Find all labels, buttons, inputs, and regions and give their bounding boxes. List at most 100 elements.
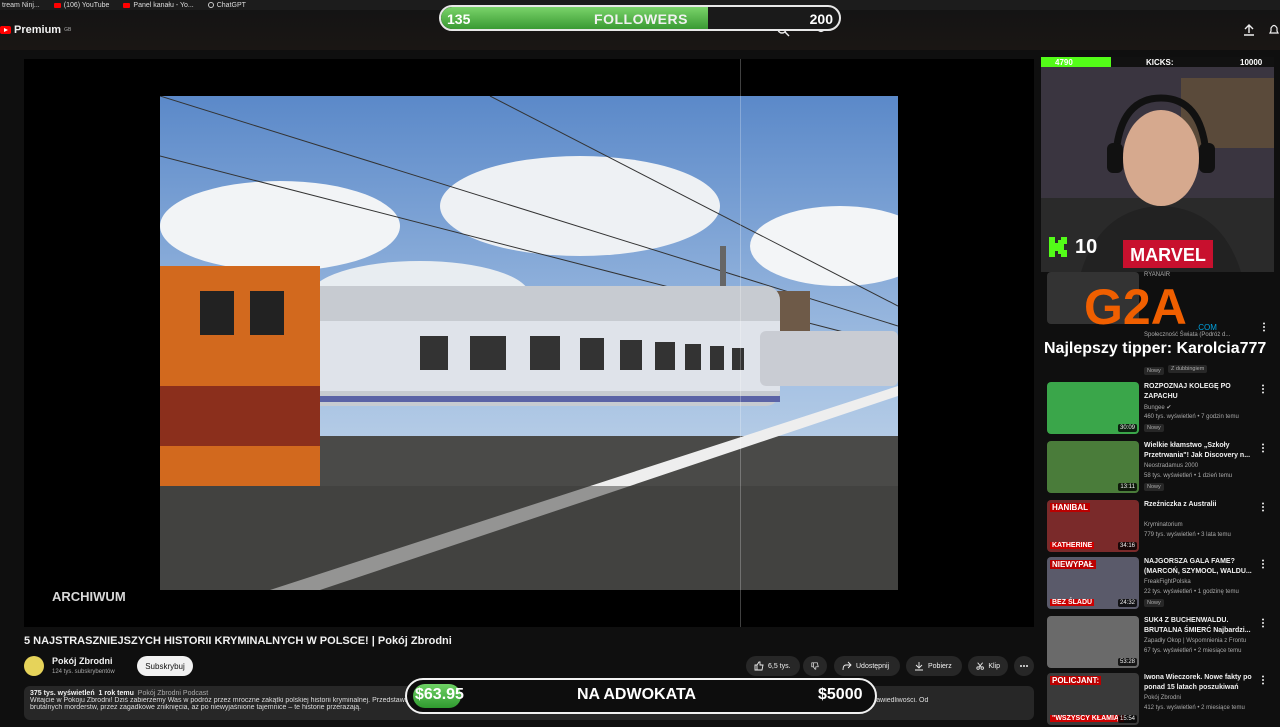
more-vertical-icon[interactable] <box>1262 322 1266 332</box>
video-duration: 53:28 <box>1117 658 1137 666</box>
recommendation-views: 412 tys. wyświetleń • 2 miesiące temu <box>1144 705 1245 711</box>
recommendation-channel[interactable]: Zapadły Okop | Wspomnienia z Frontu <box>1144 638 1246 644</box>
brand-label: Premium <box>14 24 62 36</box>
video-thumbnail[interactable]: 30:09 <box>1047 382 1139 434</box>
more-vertical-icon[interactable] <box>1261 502 1265 512</box>
bookmark-label: (106) YouTube <box>63 1 110 9</box>
dislike-button[interactable] <box>803 656 827 676</box>
new-badge: Nowy <box>1144 483 1164 491</box>
archive-overlay-label: ARCHIWUM <box>52 589 126 604</box>
subscriber-count: 124 tys. subskrybentów <box>52 669 115 675</box>
recommendation-channel[interactable]: Neostradamus 2000 <box>1144 463 1198 469</box>
share-icon <box>842 661 852 671</box>
donation-current: $63.95 <box>415 686 464 703</box>
recommendation-item[interactable]: 30:09 ROZPOZNAJ KOLEGĘ PO ZAPACHU Bungee… <box>1047 382 1280 436</box>
youtube-logo-icon <box>0 26 11 34</box>
kick-counter: 10 <box>1075 236 1098 258</box>
bookmark-item[interactable]: Panel kanału - Yo... <box>123 1 194 9</box>
thumbnail-text-secondary: "WSZYSCY KŁAMIĄ" <box>1050 715 1125 722</box>
kicks-current: 4790 <box>1055 58 1073 67</box>
bookmark-label: Panel kanału - Yo... <box>133 1 194 9</box>
more-vertical-icon[interactable] <box>1261 559 1265 569</box>
recommendation-channel[interactable]: FreakFightPolska <box>1144 579 1191 585</box>
recommendation-item[interactable]: 13:11 Wielkie kłamstwo „Szkoły Przetrwan… <box>1047 441 1280 495</box>
video-duration: 30:09 <box>1117 424 1137 432</box>
kicks-goal: 10000 <box>1240 58 1263 67</box>
bookmark-item[interactable]: ChatGPT <box>207 1 246 9</box>
description-tag[interactable]: Pokój Zbrodni Podcast <box>138 690 208 697</box>
followers-goal-bar: 135 FOLLOWERS 200 <box>439 5 841 31</box>
bookmark-item[interactable]: tream Ninj... <box>2 2 40 9</box>
recommendation-item[interactable]: POLICJANT: "WSZYSCY KŁAMIĄ" 15:54 Iwona W… <box>1047 673 1280 727</box>
subscribe-button[interactable]: Subskrybuj <box>137 656 193 676</box>
new-badge: Nowy <box>1144 424 1164 432</box>
video-divider <box>740 59 741 627</box>
recommendation-views: 779 tys. wyświetleń • 3 lata temu <box>1144 532 1231 538</box>
g2a-logo-suffix: .COM <box>1196 323 1217 332</box>
region-label: GB <box>64 27 72 33</box>
dubbing-badge: Z dubbingiem <box>1168 365 1208 373</box>
upload-icon[interactable] <box>1242 23 1256 37</box>
kick-logo-icon <box>1049 237 1067 257</box>
channel-name[interactable]: Pokój Zbrodni <box>52 656 113 666</box>
youtube-logo[interactable]: Premium GB <box>0 24 71 36</box>
recommendation-item[interactable]: HANIBAL KATHERINE 34:16 Rzeźniczka z Aust… <box>1047 500 1280 554</box>
bookmark-label: tream Ninj... <box>2 1 40 9</box>
youtube-icon <box>53 2 61 8</box>
top-tipper-label: Najlepszy tipper: Karolcia777 <box>1044 340 1267 357</box>
recommendation-views: 58 tys. wyświetleń • 1 dzień temu <box>1144 473 1233 479</box>
video-thumbnail[interactable]: POLICJANT: "WSZYSCY KŁAMIĄ" 15:54 <box>1047 673 1139 725</box>
recommendation-channel[interactable]: Pokój Zbrodni <box>1144 695 1181 701</box>
thumbnail-text: HANIBAL <box>1050 503 1090 512</box>
recommendation-views: 460 tys. wyświetleń • 7 godzin temu <box>1144 414 1239 420</box>
more-actions-button[interactable] <box>1014 656 1034 676</box>
share-label: Udostępnij <box>856 662 890 670</box>
recommendation-channel[interactable]: Bungee ✔ <box>1144 404 1171 411</box>
new-badge: Nowy <box>1144 599 1164 607</box>
followers-goal: 200 <box>809 11 833 27</box>
thumbs-down-icon <box>811 662 819 670</box>
recommendation-item[interactable]: NIEWYPAŁ BEZ ŚLADU 24:32 NAJGORSZA GALA F… <box>1047 557 1280 611</box>
more-vertical-icon[interactable] <box>1261 618 1265 628</box>
bell-icon[interactable] <box>1268 23 1280 37</box>
video-duration: 13:11 <box>1118 483 1137 491</box>
bookmark-item[interactable]: (106) YouTube <box>53 1 110 9</box>
recommendation-title[interactable]: ROZPOZNAJ KOLEGĘ PO ZAPACHU <box>1144 382 1259 402</box>
more-vertical-icon[interactable] <box>1261 443 1265 453</box>
recommendation-title[interactable]: Iwona Wieczorek. Nowe fakty po ponad 15 … <box>1144 673 1259 693</box>
download-button[interactable]: Pobierz <box>906 656 962 676</box>
chatgpt-icon <box>207 2 214 8</box>
recommendation-channel[interactable]: Kryminatorium <box>1144 522 1183 528</box>
recommendation-title[interactable]: Rzeźniczka z Australii <box>1144 500 1259 510</box>
thumbnail-text-secondary: BEZ ŚLADU <box>1050 599 1095 606</box>
donation-goal: $5000 <box>818 686 863 703</box>
video-thumbnail[interactable]: HANIBAL KATHERINE 34:16 <box>1047 500 1139 552</box>
recommendation-title[interactable]: SUK4 Z BUCHENWALDU. BRUTALNA ŚMIERĆ Najb… <box>1144 616 1259 636</box>
recommendation-title[interactable]: Wielkie kłamstwo „Szkoły Przetrwania"! J… <box>1144 441 1259 461</box>
marvel-sign: MARVEL <box>1123 240 1213 268</box>
thumbnail-text: NIEWYPAŁ <box>1050 560 1096 569</box>
video-duration: 15:54 <box>1117 715 1137 723</box>
bookmark-label: ChatGPT <box>216 1 246 9</box>
share-button[interactable]: Udostępnij <box>834 656 900 676</box>
channel-avatar[interactable] <box>24 656 44 676</box>
thumbnail-text-secondary: KATHERINE <box>1050 542 1095 549</box>
kicks-label: KICKS: <box>1146 58 1174 67</box>
video-thumbnail[interactable]: NIEWYPAŁ BEZ ŚLADU 24:32 <box>1047 557 1139 609</box>
download-label: Pobierz <box>928 662 952 670</box>
thumbnail-text: POLICJANT: <box>1050 676 1102 685</box>
like-count: 6,5 tys. <box>768 662 791 670</box>
recommendation-item[interactable]: 53:28 SUK4 Z BUCHENWALDU. BRUTALNA ŚMIER… <box>1047 616 1280 670</box>
video-thumbnail[interactable]: 13:11 <box>1047 441 1139 493</box>
donation-label: NA ADWOKATA <box>577 686 697 703</box>
youtube-icon <box>123 2 131 8</box>
more-vertical-icon[interactable] <box>1261 675 1265 685</box>
scissors-icon <box>976 662 984 670</box>
like-button[interactable]: 6,5 tys. <box>746 656 800 676</box>
g2a-sponsor-logo: G2A .COM <box>1084 280 1217 332</box>
clip-button[interactable]: Klip <box>968 656 1008 676</box>
recommendation-title[interactable]: NAJGORSZA GALA FAME? (MARCOŃ, SZYMOOL, W… <box>1144 557 1259 577</box>
partial-rec-title: Społeczność Świata (Podróż d... <box>1144 332 1231 338</box>
more-vertical-icon[interactable] <box>1261 384 1265 394</box>
video-thumbnail[interactable]: 53:28 <box>1047 616 1139 668</box>
